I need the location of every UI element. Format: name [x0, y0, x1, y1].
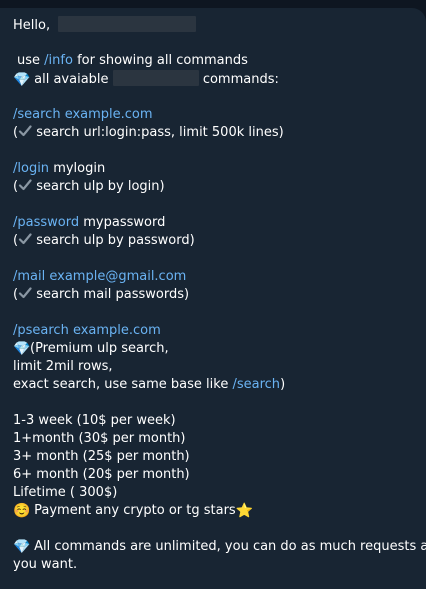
info-prefix: use	[17, 53, 41, 68]
price-line: 6+ month (20$ per month)	[13, 466, 414, 484]
check-icon	[18, 287, 32, 299]
search-desc: search url:login:pass, limit 500k lines)	[36, 125, 284, 140]
price-item: Lifetime ( 300$)	[13, 485, 118, 500]
info-line: use /info for showing all commands	[13, 52, 414, 70]
available-line: 💎 all avaiable commands:	[13, 70, 414, 88]
price-line: 1-3 week (10$ per week)	[13, 412, 414, 430]
price-item: 3+ month (25$ per month)	[13, 449, 190, 464]
password-arg: mypassword	[83, 215, 166, 230]
available-suffix: commands:	[202, 72, 279, 87]
payment-text: Payment any crypto or tg stars	[34, 503, 236, 518]
login-desc: search ulp by login)	[36, 179, 165, 194]
price-item: 6+ month (20$ per month)	[13, 467, 190, 482]
message-bubble: Hello, use /info for showing all command…	[0, 8, 426, 589]
psearch-command-link[interactable]: /psearch example.com	[13, 323, 161, 338]
check-icon	[18, 125, 32, 137]
psearch-desc-3: exact search, use same base like	[13, 377, 229, 392]
psearch-desc-1: (Premium ulp search,	[30, 341, 169, 356]
price-line: Lifetime ( 300$)	[13, 484, 414, 502]
diamond-icon: 💎	[13, 539, 31, 555]
greeting-line: Hello,	[13, 16, 414, 34]
mail-desc-line: ( search mail passwords)	[13, 286, 414, 304]
search-command-link-inline[interactable]: /search	[232, 377, 280, 392]
redacted-service-name	[112, 70, 199, 86]
footer-line-2: you want.	[13, 556, 414, 574]
payment-line: ☺️ Payment any crypto or tg stars⭐	[13, 502, 414, 520]
price-item: 1-3 week (10$ per week)	[13, 413, 176, 428]
footer-text-2: you want.	[13, 557, 78, 572]
greeting-text: Hello,	[13, 18, 51, 33]
check-icon	[18, 179, 32, 191]
login-desc-line: ( search ulp by login)	[13, 178, 414, 196]
smile-icon: ☺️	[13, 503, 31, 519]
login-command-line: /login mylogin	[13, 160, 414, 178]
search-command-line: /search example.com	[13, 106, 414, 124]
diamond-icon: 💎	[13, 341, 31, 357]
password-desc: search ulp by password)	[36, 233, 195, 248]
available-prefix: all avaiable	[34, 72, 109, 87]
star-icon: ⭐	[235, 503, 254, 519]
mail-command-link[interactable]: /mail example@gmail.com	[13, 269, 186, 284]
password-command-line: /password mypassword	[13, 214, 414, 232]
psearch-desc-3-end: )	[280, 377, 286, 392]
price-item: 1+month (30$ per month)	[13, 431, 186, 446]
password-command-link[interactable]: /password	[13, 215, 79, 230]
psearch-line-1: 💎(Premium ulp search,	[13, 340, 414, 358]
price-line: 3+ month (25$ per month)	[13, 448, 414, 466]
search-desc-line: ( search url:login:pass, limit 500k line…	[13, 124, 414, 142]
footer-text-1: All commands are unlimited, you can do a…	[34, 539, 426, 554]
login-command-link[interactable]: /login	[13, 161, 49, 176]
redacted-username	[58, 16, 197, 32]
psearch-command-line: /psearch example.com	[13, 322, 414, 340]
info-suffix: for showing all commands	[77, 53, 248, 68]
search-command-link[interactable]: /search example.com	[13, 107, 153, 122]
login-arg: mylogin	[53, 161, 106, 176]
psearch-desc-2: limit 2mil rows,	[13, 359, 113, 374]
info-command-link[interactable]: /info	[44, 53, 73, 68]
psearch-line-2: limit 2mil rows,	[13, 358, 414, 376]
check-icon	[18, 233, 32, 245]
footer-line-1: 💎 All commands are unlimited, you can do…	[13, 538, 426, 556]
diamond-icon: 💎	[13, 72, 31, 88]
password-desc-line: ( search ulp by password)	[13, 232, 414, 250]
price-line: 1+month (30$ per month)	[13, 430, 414, 448]
mail-desc: search mail passwords)	[36, 287, 190, 302]
mail-command-line: /mail example@gmail.com	[13, 268, 414, 286]
psearch-line-3: exact search, use same base like /search…	[13, 376, 414, 394]
